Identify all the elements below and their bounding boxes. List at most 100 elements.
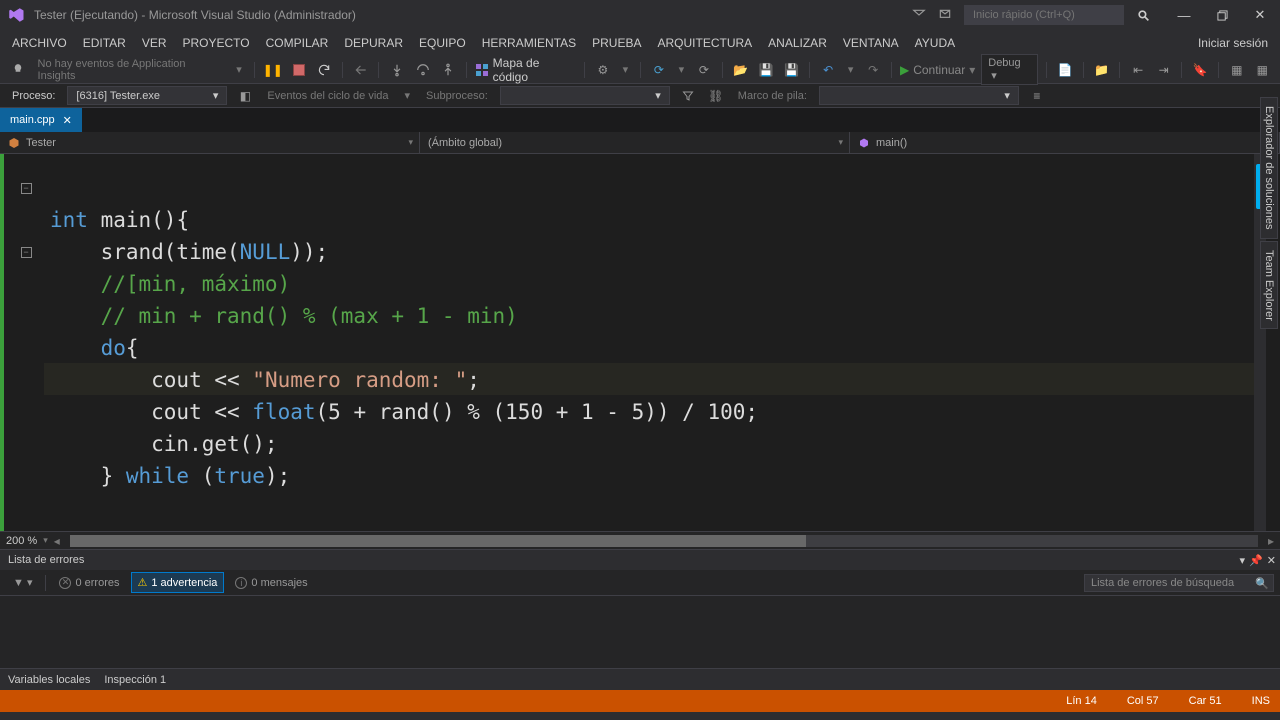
menu-depurar[interactable]: DEPURAR <box>336 32 411 54</box>
overflow-icon[interactable]: ≡ <box>1027 86 1047 106</box>
close-button[interactable]: ✕ <box>1246 5 1274 25</box>
chevron-down-icon[interactable]: ▾ <box>619 63 633 76</box>
step-back-icon[interactable] <box>351 60 371 80</box>
project-icon <box>8 137 20 149</box>
bookmark-icon[interactable]: 🔖 <box>1190 60 1210 80</box>
error-list-body[interactable] <box>0 596 1280 668</box>
refresh-icon[interactable]: ⟳ <box>649 60 669 80</box>
save-icon[interactable]: 💾 <box>756 60 776 80</box>
warnings-filter[interactable]: ⚠1 advertencia <box>131 572 225 593</box>
redo-icon[interactable]: ↷ <box>863 60 883 80</box>
open-file-icon[interactable]: 📂 <box>731 60 751 80</box>
status-char: Car 51 <box>1189 695 1222 707</box>
notifications-icon[interactable] <box>938 8 952 22</box>
chevron-down-icon[interactable]: ▾ <box>43 535 48 546</box>
indent-left-icon[interactable]: ⇤ <box>1128 60 1148 80</box>
chevron-down-icon[interactable]: ▾ <box>675 63 689 76</box>
pin-icon[interactable]: 📌 <box>1249 554 1263 567</box>
pause-button[interactable]: ❚❚ <box>263 60 283 80</box>
menu-ventana[interactable]: VENTANA <box>835 32 907 54</box>
menu-ver[interactable]: VER <box>134 32 175 54</box>
editor-footer-bar: 200 % ▾ ◂ ▸ <box>0 531 1280 549</box>
menu-proyecto[interactable]: PROYECTO <box>175 32 258 54</box>
nav-scope-dropdown[interactable]: (Ámbito global) <box>420 132 850 153</box>
error-search-input[interactable]: Lista de errores de búsqueda🔍 <box>1084 574 1274 592</box>
scroll-left-icon[interactable]: ◂ <box>54 534 60 548</box>
indent-right-icon[interactable]: ⇥ <box>1154 60 1174 80</box>
menu-prueba[interactable]: PRUEBA <box>584 32 649 54</box>
refresh-alt-icon[interactable]: ⟳ <box>694 60 714 80</box>
menu-herramientas[interactable]: HERRAMIENTAS <box>474 32 584 54</box>
step-into-icon[interactable] <box>387 60 407 80</box>
feedback-icon[interactable] <box>912 8 926 22</box>
menu-archivo[interactable]: ARCHIVO <box>4 32 75 54</box>
menu-analizar[interactable]: ANALIZAR <box>760 32 835 54</box>
window-title: Tester (Ejecutando) - Microsoft Visual S… <box>34 8 912 22</box>
main-toolbar: No hay eventos de Application Insights ▾… <box>0 56 1280 84</box>
menu-ayuda[interactable]: AYUDA <box>907 32 963 54</box>
close-icon[interactable]: ✕ <box>63 114 72 127</box>
folder-icon[interactable]: 📁 <box>1092 60 1112 80</box>
save-all-icon[interactable]: 💾 <box>782 60 802 80</box>
chevron-down-icon[interactable]: ▾ <box>232 63 246 76</box>
stop-button[interactable] <box>289 60 309 80</box>
step-over-icon[interactable] <box>413 60 433 80</box>
search-icon[interactable] <box>1136 8 1150 22</box>
scroll-right-icon[interactable]: ▸ <box>1268 534 1274 548</box>
tab-main-cpp[interactable]: main.cpp ✕ <box>0 108 82 132</box>
status-line: Lín 14 <box>1066 695 1097 707</box>
horizontal-scrollbar[interactable] <box>70 535 1258 547</box>
tools-icon[interactable]: ⚙ <box>593 60 613 80</box>
code-navigation-bar: Tester (Ámbito global) main() <box>0 132 1280 154</box>
nav-member-dropdown[interactable]: main() <box>850 132 1280 153</box>
chevron-down-icon[interactable]: ▾ <box>1240 554 1246 567</box>
gutter: − − <box>0 154 44 531</box>
filter-dropdown[interactable]: ▼ ▾ <box>6 572 39 593</box>
menu-arquitectura[interactable]: ARQUITECTURA <box>650 32 761 54</box>
quick-launch-input[interactable] <box>964 5 1124 25</box>
code-editor[interactable]: − − int main(){ srand(time(NULL)); //[mi… <box>0 154 1280 531</box>
config-dropdown[interactable]: Debug ▾ <box>981 54 1038 85</box>
bottom-tool-tabs: Variables locales Inspección 1 <box>0 668 1280 690</box>
sign-in-link[interactable]: Iniciar sesión <box>1198 36 1276 50</box>
messages-filter[interactable]: i0 mensajes <box>228 573 314 593</box>
continue-label: Continuar <box>913 63 965 77</box>
errors-filter[interactable]: ✕0 errores <box>52 573 126 593</box>
continue-button[interactable]: ▶ Continuar ▾ <box>900 63 975 77</box>
error-list-header[interactable]: Lista de errores ▾ 📌 ✕ <box>0 550 1280 570</box>
fold-toggle[interactable]: − <box>21 247 32 258</box>
status-col: Col 57 <box>1127 695 1159 707</box>
chevron-down-icon[interactable]: ▾ <box>844 63 858 76</box>
thread-label: Subproceso: <box>422 90 492 102</box>
menu-editar[interactable]: EDITAR <box>75 32 134 54</box>
codemap-label: Mapa de código <box>493 56 576 84</box>
process-selector[interactable]: [6316] Tester.exe▾ <box>67 86 227 105</box>
menu-compilar[interactable]: COMPILAR <box>258 32 337 54</box>
threads-icon[interactable]: ⛓ <box>706 86 726 106</box>
restore-button[interactable] <box>1208 5 1236 25</box>
method-icon <box>858 137 870 149</box>
nav-project-dropdown[interactable]: Tester <box>0 132 420 153</box>
filter-icon[interactable] <box>678 86 698 106</box>
thread-selector[interactable]: ▾ <box>500 86 670 105</box>
tab-variables-locales[interactable]: Variables locales <box>8 674 90 686</box>
stackframe-selector[interactable]: ▾ <box>819 86 1019 105</box>
undo-icon[interactable]: ↶ <box>818 60 838 80</box>
uncomment-icon[interactable]: ▦ <box>1253 60 1273 80</box>
fold-toggle[interactable]: − <box>21 183 32 194</box>
codemap-button[interactable]: Mapa de código <box>475 56 576 84</box>
minimize-button[interactable]: — <box>1170 5 1198 25</box>
tab-inspeccion-1[interactable]: Inspección 1 <box>104 674 166 686</box>
close-icon[interactable]: ✕ <box>1267 554 1276 567</box>
zoom-level[interactable]: 200 % <box>6 535 37 547</box>
search-icon: 🔍 <box>1255 577 1269 590</box>
lightbulb-icon[interactable] <box>8 60 28 80</box>
play-icon: ▶ <box>900 63 909 77</box>
new-item-icon[interactable]: 📄 <box>1055 60 1075 80</box>
lifecycle-icon[interactable]: ◧ <box>235 86 255 106</box>
step-out-icon[interactable] <box>438 60 458 80</box>
document-tabs: main.cpp ✕ ▾ <box>0 108 1280 132</box>
comment-icon[interactable]: ▦ <box>1227 60 1247 80</box>
restart-button[interactable] <box>314 60 334 80</box>
menu-equipo[interactable]: EQUIPO <box>411 32 474 54</box>
